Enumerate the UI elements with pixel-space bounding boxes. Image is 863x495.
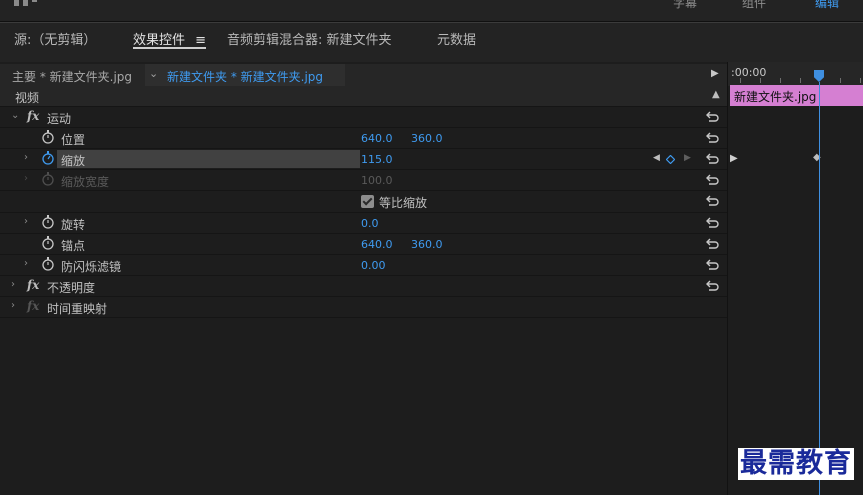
playhead-line[interactable]	[819, 82, 820, 495]
property-row-scale-width: › 缩放宽度 100.0	[0, 170, 727, 191]
property-label-rotation: 旋转	[61, 218, 86, 232]
scale-width-value: 100.0	[361, 174, 393, 187]
stopwatch-active-icon[interactable]	[42, 151, 54, 165]
anti-flicker-value[interactable]: 0.00	[361, 259, 386, 272]
property-row-position[interactable]: 位置 640.0 360.0	[0, 128, 727, 149]
sequence-clip-label[interactable]: 新建文件夹 * 新建文件夹.jpg	[167, 68, 323, 85]
stopwatch-icon[interactable]	[42, 215, 54, 229]
tab-audio-clip-mixer[interactable]: 音频剪辑混合器: 新建文件夹	[227, 29, 392, 48]
property-row-anchor-point[interactable]: 锚点 640.0 360.0	[0, 234, 727, 255]
reset-icon[interactable]	[706, 130, 720, 144]
master-clip-label[interactable]: 主要 * 新建文件夹.jpg	[12, 68, 132, 85]
watermark: 最需教育	[738, 448, 854, 480]
video-section-label: 视频	[15, 91, 40, 105]
effect-row-time-remapping[interactable]: › fx 时间重映射	[0, 297, 727, 318]
reset-icon[interactable]	[706, 236, 720, 250]
chevron-right-icon[interactable]: ›	[24, 216, 28, 227]
effect-timeline-pane: :00:00 新建文件夹.jpg ▶ ◆	[727, 62, 863, 495]
reset-icon[interactable]	[706, 278, 720, 292]
reset-icon[interactable]	[706, 109, 720, 123]
effect-label-time-remapping: 时间重映射	[47, 302, 108, 316]
keyframe-navigator-icon[interactable]: ▶	[730, 153, 738, 164]
app-menu-bar: 字幕 组件 编辑	[0, 0, 863, 22]
scroll-up-icon[interactable]: ▲	[712, 89, 720, 100]
anchor-x-value[interactable]: 640.0	[361, 238, 393, 251]
chevron-right-icon[interactable]: ›	[11, 300, 15, 311]
selected-row-highlight	[57, 150, 360, 168]
fx-icon: fx	[27, 299, 40, 313]
tab-metadata[interactable]: 元数据	[437, 29, 476, 48]
menu-item-editing[interactable]: 编辑	[815, 0, 839, 11]
next-keyframe-icon[interactable]: ▶	[684, 153, 691, 163]
uniform-scale-label[interactable]: 等比缩放	[379, 194, 427, 211]
property-label-anchor-point: 锚点	[61, 239, 86, 253]
chevron-right-icon[interactable]: ›	[24, 258, 28, 269]
play-only-audio-icon[interactable]: ▶	[711, 68, 719, 79]
position-y-value[interactable]: 360.0	[411, 132, 443, 145]
reset-icon[interactable]	[706, 257, 720, 271]
app-logo	[14, 0, 38, 6]
uniform-scale-row[interactable]: 等比缩放	[0, 191, 727, 213]
menu-item-components[interactable]: 组件	[742, 0, 766, 11]
add-keyframe-icon[interactable]	[666, 155, 675, 164]
scale-value[interactable]: 115.0	[361, 153, 393, 166]
chevron-down-icon[interactable]: ⌄	[149, 67, 158, 80]
stopwatch-icon	[42, 172, 54, 186]
time-ruler[interactable]: :00:00	[728, 62, 863, 86]
effect-controls-pane: 主要 * 新建文件夹.jpg ⌄ 新建文件夹 * 新建文件夹.jpg ▶ 视频 …	[0, 62, 727, 495]
effect-label-motion: 运动	[47, 112, 72, 126]
reset-icon[interactable]	[706, 193, 720, 207]
effect-row-motion[interactable]: ⌄ fx 运动	[0, 107, 727, 128]
chevron-right-icon: ›	[24, 173, 28, 184]
chevron-right-icon[interactable]: ›	[24, 152, 28, 163]
rotation-value[interactable]: 0.0	[361, 217, 379, 230]
stopwatch-icon[interactable]	[42, 257, 54, 271]
tab-source[interactable]: 源:（无剪辑）	[14, 29, 96, 48]
property-label-scale: 缩放	[61, 154, 86, 168]
property-label-scale-width: 缩放宽度	[61, 175, 110, 189]
ruler-ticks	[728, 78, 863, 84]
property-label-position: 位置	[61, 133, 86, 147]
property-row-anti-flicker[interactable]: › 防闪烁滤镜 0.00	[0, 255, 727, 276]
stopwatch-icon[interactable]	[42, 236, 54, 250]
clip-block[interactable]: 新建文件夹.jpg	[730, 85, 863, 106]
chevron-down-icon[interactable]: ⌄	[11, 110, 19, 121]
active-tab-underline	[133, 47, 207, 49]
anchor-y-value[interactable]: 360.0	[411, 238, 443, 251]
stopwatch-icon[interactable]	[42, 130, 54, 144]
uniform-scale-checkbox[interactable]	[361, 195, 374, 208]
panel-tab-bar: 源:（无剪辑） 效果控件 ≡ 音频剪辑混合器: 新建文件夹 元数据	[0, 22, 863, 62]
effect-row-opacity[interactable]: › fx 不透明度	[0, 276, 727, 297]
fx-icon[interactable]: fx	[27, 109, 39, 123]
property-label-anti-flicker: 防闪烁滤镜	[61, 260, 122, 274]
property-row-rotation[interactable]: › 旋转 0.0	[0, 213, 727, 234]
reset-icon[interactable]	[706, 151, 720, 165]
panel-menu-icon[interactable]: ≡	[195, 33, 206, 48]
clip-block-label: 新建文件夹.jpg	[734, 90, 817, 104]
reset-icon[interactable]	[706, 215, 720, 229]
sequence-clip-bar: 主要 * 新建文件夹.jpg ⌄ 新建文件夹 * 新建文件夹.jpg ▶	[0, 64, 727, 86]
menu-item-titles[interactable]: 字幕	[673, 0, 697, 11]
prev-keyframe-icon[interactable]: ◀	[653, 153, 660, 163]
chevron-right-icon[interactable]: ›	[11, 279, 15, 290]
property-row-scale[interactable]: › 缩放 115.0 ◀ ▶	[0, 149, 727, 170]
fx-icon[interactable]: fx	[27, 278, 39, 292]
tab-effect-controls[interactable]: 效果控件 ≡	[133, 29, 207, 49]
effect-label-opacity: 不透明度	[47, 281, 96, 295]
tab-effect-controls-label: 效果控件	[133, 33, 186, 48]
position-x-value[interactable]: 640.0	[361, 132, 393, 145]
reset-icon[interactable]	[706, 172, 720, 186]
video-section-header: 视频 ▲	[0, 86, 727, 107]
